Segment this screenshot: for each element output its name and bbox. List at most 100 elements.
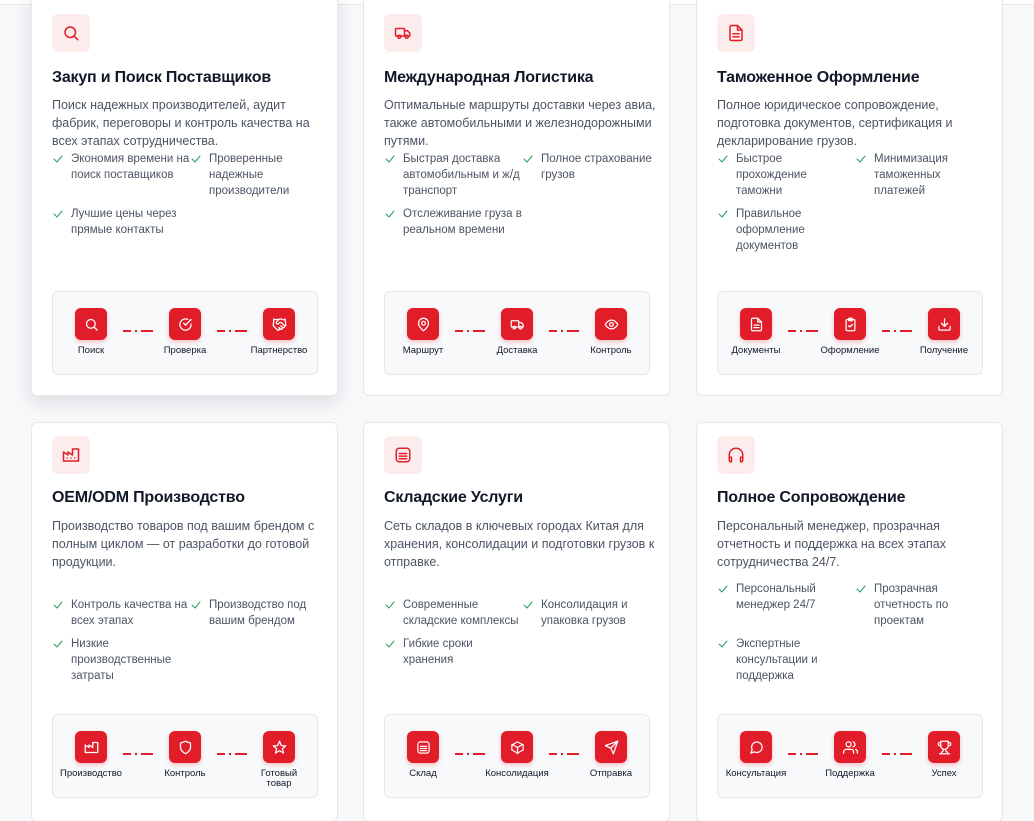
service-card-procurement[interactable]: Закуп и Поиск Поставщиков Поиск надежных… xyxy=(31,0,338,396)
flow-connector xyxy=(217,330,247,332)
flow-step[interactable]: Партнерство xyxy=(244,308,314,356)
process-flow: Производство Контроль Готовый товар xyxy=(52,714,318,798)
step-label: Консультация xyxy=(725,768,787,779)
step-label: Получение xyxy=(919,345,969,356)
check-icon xyxy=(384,638,396,650)
flow-step[interactable]: Склад xyxy=(388,731,458,779)
map-pin-icon xyxy=(407,308,439,340)
service-card-logistics[interactable]: Международная Логистика Оптимальные марш… xyxy=(363,0,670,396)
feature-list: Экономия времени на поиск поставщиков Пр… xyxy=(52,151,322,238)
feature-item: Минимизация таможенных платежей xyxy=(855,151,987,199)
flow-connector xyxy=(882,330,912,332)
feature-text: Правильное оформление документов xyxy=(736,208,805,252)
trophy-icon xyxy=(928,731,960,763)
headphones-icon xyxy=(717,436,755,474)
flow-connector xyxy=(882,753,912,755)
step-label: Готовый товар xyxy=(260,768,298,789)
flow-step[interactable]: Консолидация xyxy=(482,731,552,779)
search-icon xyxy=(75,308,107,340)
star-icon xyxy=(263,731,295,763)
check-icon xyxy=(717,153,729,165)
step-label: Партнерство xyxy=(250,345,308,356)
step-label: Поддержка xyxy=(825,768,875,779)
process-flow: Поиск Проверка Партнерство xyxy=(52,291,318,375)
feature-text: Минимизация таможенных платежей xyxy=(874,153,949,197)
flow-step[interactable]: Контроль xyxy=(150,731,220,779)
eye-icon xyxy=(595,308,627,340)
flow-step[interactable]: Готовый товар xyxy=(244,731,314,789)
feature-text: Экономия времени на поиск поставщиков xyxy=(71,153,190,181)
feature-item: Правильное оформление документов xyxy=(717,206,855,254)
flow-step[interactable]: Проверка xyxy=(150,308,220,356)
search-icon xyxy=(52,14,90,52)
flow-step[interactable]: Оформление xyxy=(815,308,885,356)
flow-connector xyxy=(123,330,153,332)
feature-text: Современные складские комплексы xyxy=(403,599,519,627)
check-icon xyxy=(855,583,867,595)
step-label: Маршрут xyxy=(402,345,444,356)
service-card-oem[interactable]: OEM/ODM Производство Производство товаро… xyxy=(31,422,338,821)
feature-text: Персональный менеджер 24/7 xyxy=(736,583,816,611)
feature-text: Полное страхование грузов xyxy=(541,153,652,181)
check-icon xyxy=(52,599,64,611)
check-icon xyxy=(384,208,396,220)
card-description: Персональный менеджер, прозрачная отчетн… xyxy=(717,519,947,569)
truck-icon xyxy=(501,308,533,340)
package-icon xyxy=(501,731,533,763)
card-description: Полное юридическое сопровождение, подгот… xyxy=(717,98,953,148)
feature-item: Экспертные консультации и поддержка xyxy=(717,636,855,684)
flow-step[interactable]: Производство xyxy=(56,731,126,779)
flow-step[interactable]: Документы xyxy=(721,308,791,356)
flow-step[interactable]: Доставка xyxy=(482,308,552,356)
flow-connector xyxy=(549,330,579,332)
check-icon xyxy=(717,208,729,220)
download-icon xyxy=(928,308,960,340)
flow-step[interactable]: Контроль xyxy=(576,308,646,356)
feature-item: Полное страхование грузов xyxy=(522,151,654,199)
flow-connector xyxy=(123,753,153,755)
flow-connector xyxy=(455,753,485,755)
factory-icon xyxy=(52,436,90,474)
step-label: Проверка xyxy=(163,345,207,356)
flow-connector xyxy=(788,753,818,755)
flow-connector xyxy=(217,753,247,755)
step-label: Контроль xyxy=(590,345,632,356)
flow-step[interactable]: Консультация xyxy=(721,731,791,779)
card-title: Складские Услуги xyxy=(384,489,523,506)
check-icon xyxy=(522,599,534,611)
step-label: Склад xyxy=(409,768,437,779)
feature-item: Отслеживание груза в реальном времени xyxy=(384,206,522,238)
flow-step[interactable]: Успех xyxy=(909,731,979,779)
feature-item: Быстрая доставка автомобильным и ж/д тра… xyxy=(384,151,522,199)
feature-item: Контроль качества на всех этапах xyxy=(52,597,190,629)
feature-item: Производство под вашим брендом xyxy=(190,597,322,629)
feature-list: Контроль качества на всех этапах Произво… xyxy=(52,597,322,684)
card-title: Закуп и Поиск Поставщиков xyxy=(52,69,271,86)
service-card-warehouse[interactable]: Складские Услуги Сеть складов в ключевых… xyxy=(363,422,670,821)
feature-text: Отслеживание груза в реальном времени xyxy=(403,208,522,236)
flow-step[interactable]: Поддержка xyxy=(815,731,885,779)
feature-item: Консолидация и упаковка грузов xyxy=(522,597,654,629)
users-icon xyxy=(834,731,866,763)
feature-item: Низкие производственные затраты xyxy=(52,636,190,684)
step-label: Производство xyxy=(60,768,122,779)
send-icon xyxy=(595,731,627,763)
document-icon xyxy=(717,14,755,52)
step-label: Отправка xyxy=(589,768,633,779)
feature-item: Прозрачная отчетность по проектам xyxy=(855,581,987,629)
card-description: Оптимальные маршруты доставки через авиа… xyxy=(384,98,656,148)
step-label: Поиск xyxy=(77,345,105,356)
check-icon xyxy=(522,153,534,165)
flow-step[interactable]: Получение xyxy=(909,308,979,356)
feature-text: Быстрая доставка автомобильным и ж/д тра… xyxy=(403,153,520,197)
flow-step[interactable]: Поиск xyxy=(56,308,126,356)
card-description: Сеть складов в ключевых городах Китая дл… xyxy=(384,519,655,569)
service-card-support[interactable]: Полное Сопровождение Персональный менедж… xyxy=(696,422,1003,821)
service-card-customs[interactable]: Таможенное Оформление Полное юридическое… xyxy=(696,0,1003,396)
flow-step[interactable]: Маршрут xyxy=(388,308,458,356)
flow-step[interactable]: Отправка xyxy=(576,731,646,779)
card-description: Производство товаров под вашим брендом с… xyxy=(52,519,315,569)
check-icon xyxy=(190,599,202,611)
clipboard-check-icon xyxy=(834,308,866,340)
card-title: OEM/ODM Производство xyxy=(52,489,245,506)
